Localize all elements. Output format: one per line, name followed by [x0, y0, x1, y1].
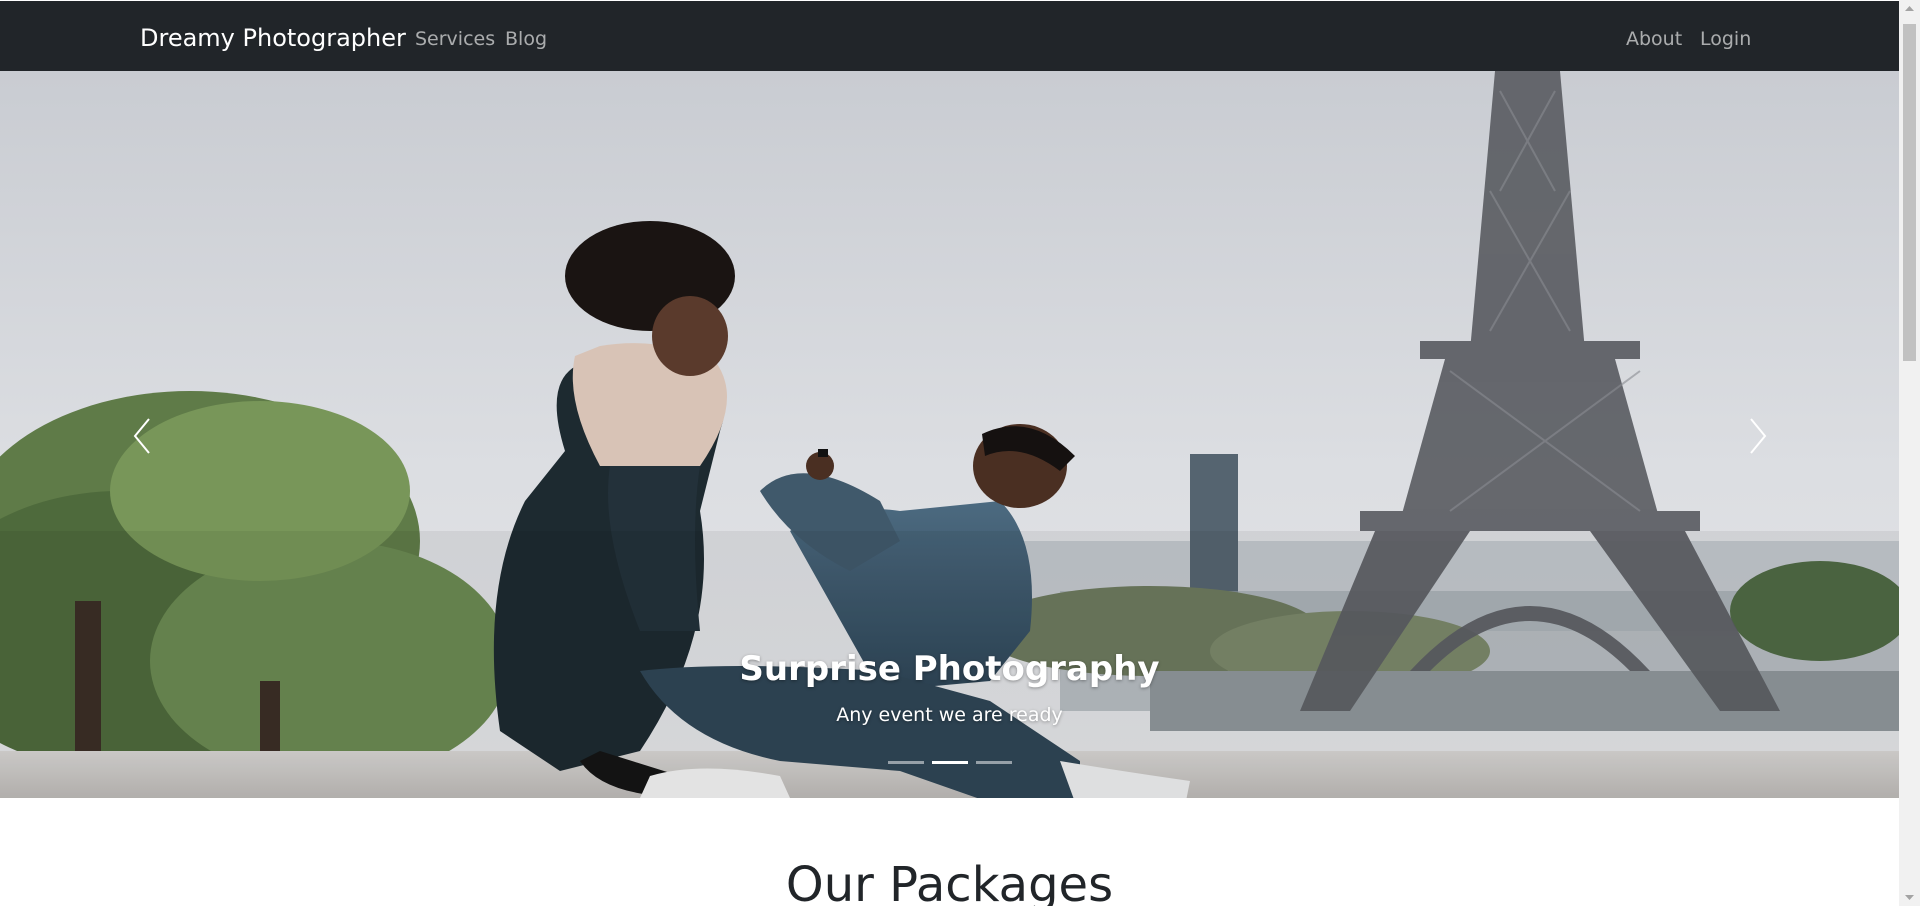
carousel-caption-title: Surprise Photography: [739, 649, 1160, 689]
brand-link[interactable]: Dreamy Photographer: [140, 23, 406, 53]
carousel-caption-text: Any event we are ready: [836, 704, 1063, 726]
page: Dreamy Photographer Services Blog About …: [0, 0, 1899, 906]
nav-link-login[interactable]: Login: [1700, 26, 1751, 52]
scroll-down-button[interactable]: [1899, 889, 1920, 906]
top-navbar: Dreamy Photographer Services Blog About …: [0, 1, 1899, 71]
hero-carousel: Surprise Photography Any event we are re…: [0, 71, 1899, 798]
nav-link-blog[interactable]: Blog: [505, 26, 547, 52]
chevron-right-icon: [1750, 418, 1767, 454]
triangle-down-icon: [1905, 895, 1914, 900]
carousel-next-button[interactable]: [1728, 401, 1788, 481]
carousel-indicator-3[interactable]: [975, 761, 1012, 764]
carousel-prev-button[interactable]: [112, 401, 172, 481]
carousel-indicators: [0, 761, 1899, 764]
page-scrollbar[interactable]: [1899, 0, 1920, 906]
carousel-indicator-1[interactable]: [887, 761, 924, 764]
scroll-up-button[interactable]: [1899, 0, 1920, 17]
nav-link-services[interactable]: Services: [415, 26, 495, 52]
triangle-up-icon: [1905, 6, 1914, 11]
scrollbar-thumb[interactable]: [1903, 24, 1916, 361]
chevron-left-icon: [133, 418, 150, 454]
nav-link-about[interactable]: About: [1626, 26, 1682, 52]
packages-heading: Our Packages: [785, 857, 1114, 906]
carousel-indicator-2[interactable]: [931, 761, 968, 764]
